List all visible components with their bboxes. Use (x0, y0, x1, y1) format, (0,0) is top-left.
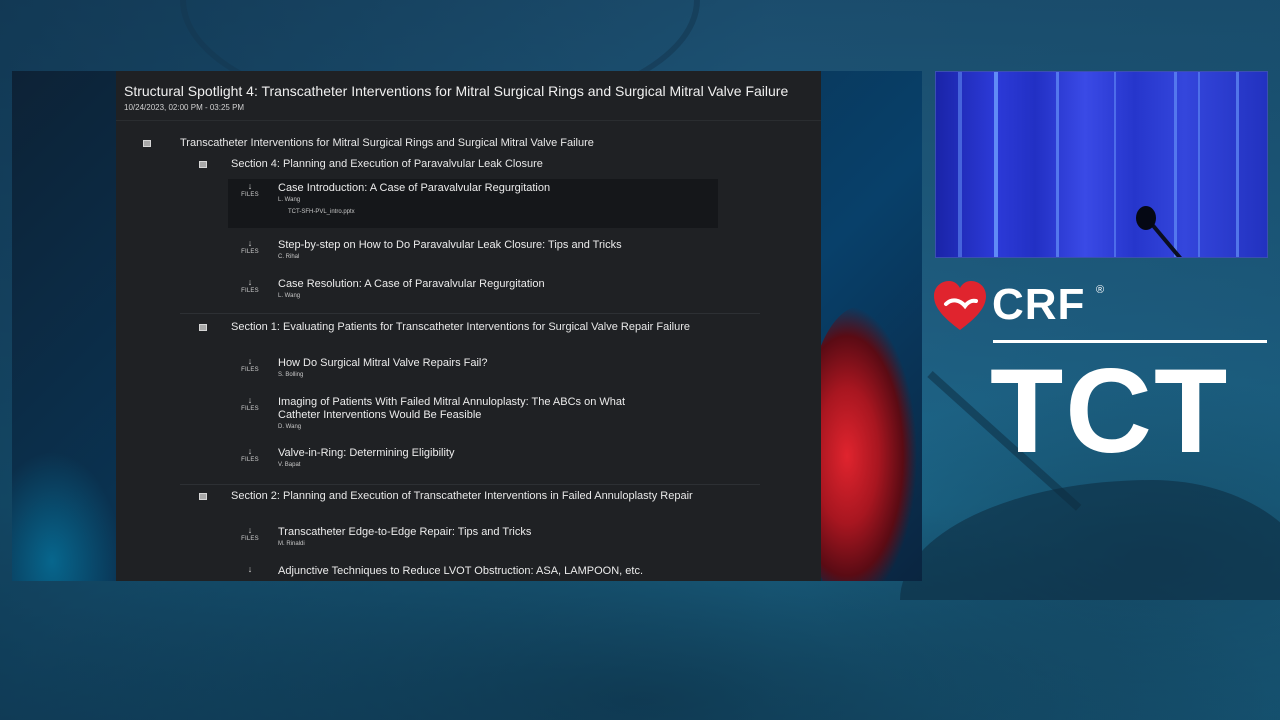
download-arrow-icon: ↓ (247, 395, 253, 405)
slide-left-glow (12, 451, 122, 581)
talk-title[interactable]: Step-by-step on How to Do Paravalvular L… (278, 239, 668, 252)
tree-toggle-icon[interactable] (199, 493, 207, 500)
talk-author: V. Bapat (278, 462, 301, 468)
files-download-button[interactable]: ↓ (228, 565, 272, 581)
talk-title[interactable]: Case Introduction: A Case of Paravalvula… (278, 182, 668, 195)
tree-root-label: Transcatheter Interventions for Mitral S… (180, 137, 594, 149)
talk-title[interactable]: How Do Surgical Mitral Valve Repairs Fai… (278, 357, 668, 370)
tree-section[interactable]: Section 2: Planning and Execution of Tra… (199, 490, 701, 503)
tree-root[interactable]: Transcatheter Interventions for Mitral S… (143, 137, 594, 150)
section-label: Section 2: Planning and Execution of Tra… (231, 490, 693, 502)
download-arrow-icon: ↓ (247, 525, 253, 535)
crf-tct-logo: CRF ® TCT (930, 278, 1270, 478)
download-arrow-icon: ↓ (247, 181, 253, 191)
files-download-button[interactable]: ↓ FILES (228, 278, 272, 306)
talk-author: M. Rinaldi (278, 541, 305, 547)
section-divider (180, 313, 760, 314)
tree-toggle-icon[interactable] (199, 324, 207, 331)
microphone-stand (1148, 220, 1185, 257)
tree-section[interactable]: Section 1: Evaluating Patients for Trans… (199, 321, 701, 334)
speaker-camera-view (935, 71, 1268, 258)
talk-item[interactable]: ↓ FILES Step-by-step on How to Do Parava… (228, 239, 668, 267)
crf-heart-icon (934, 281, 986, 330)
slide-heart-graphic (807, 306, 922, 581)
tree-toggle-icon[interactable] (143, 140, 151, 147)
talk-title[interactable]: Transcatheter Edge-to-Edge Repair: Tips … (278, 526, 668, 539)
download-arrow-icon: ↓ (247, 565, 253, 574)
download-arrow-icon: ↓ (247, 446, 253, 456)
session-title: Structural Spotlight 4: Transcatheter In… (124, 83, 789, 99)
presentation-slide: Structural Spotlight 4: Transcatheter In… (12, 71, 922, 581)
talk-author: L. Wang (278, 197, 301, 203)
session-datetime: 10/24/2023, 02:00 PM - 03:25 PM (124, 103, 245, 112)
talk-item[interactable]: ↓ FILES How Do Surgical Mitral Valve Rep… (228, 357, 668, 385)
files-download-button[interactable]: ↓ FILES (228, 182, 272, 228)
section-label: Section 1: Evaluating Patients for Trans… (231, 321, 690, 333)
talk-title[interactable]: Case Resolution: A Case of Paravalvular … (278, 278, 668, 291)
talk-author: L. Wang (278, 293, 301, 299)
download-arrow-icon: ↓ (247, 238, 253, 248)
section-divider (180, 484, 760, 485)
microphone-icon (1136, 206, 1156, 230)
files-download-button[interactable]: ↓ FILES (228, 526, 272, 554)
talk-item[interactable]: ↓ FILES Transcatheter Edge-to-Edge Repai… (228, 526, 668, 554)
talk-title[interactable]: Adjunctive Techniques to Reduce LVOT Obs… (278, 565, 668, 578)
talk-item[interactable]: ↓ FILES Case Introduction: A Case of Par… (228, 179, 718, 228)
files-download-button[interactable]: ↓ FILES (228, 357, 272, 385)
talk-title[interactable]: Valve-in-Ring: Determining Eligibility (278, 447, 668, 460)
talk-item[interactable]: ↓ FILES Valve-in-Ring: Determining Eligi… (228, 447, 668, 475)
talk-item[interactable]: ↓ FILES Case Resolution: A Case of Parav… (228, 278, 668, 306)
tct-wordmark: TCT (990, 344, 1230, 478)
download-arrow-icon: ↓ (247, 277, 253, 287)
talk-author: C. Rihal (278, 254, 300, 260)
logo-divider (993, 340, 1267, 343)
talk-item[interactable]: ↓ FILES Imaging of Patients With Failed … (228, 396, 658, 436)
section-label: Section 4: Planning and Execution of Par… (231, 158, 543, 170)
talk-item[interactable]: ↓ Adjunctive Techniques to Reduce LVOT O… (228, 565, 668, 581)
download-arrow-icon: ↓ (247, 356, 253, 366)
session-header: Structural Spotlight 4: Transcatheter In… (116, 71, 821, 121)
talk-author: S. Bolling (278, 372, 304, 378)
crf-wordmark: CRF (992, 280, 1086, 329)
session-panel: Structural Spotlight 4: Transcatheter In… (116, 71, 821, 581)
registered-mark: ® (1096, 284, 1105, 296)
tree-toggle-icon[interactable] (199, 161, 207, 168)
talk-author: D. Wang (278, 424, 302, 430)
files-download-button[interactable]: ↓ FILES (228, 239, 272, 267)
tree-section[interactable]: Section 4: Planning and Execution of Par… (199, 158, 701, 171)
talk-file-link[interactable]: TCT-SFH-PVL_intro.pptx (288, 209, 668, 215)
files-download-button[interactable]: ↓ FILES (228, 396, 272, 436)
files-download-button[interactable]: ↓ FILES (228, 447, 272, 475)
talk-title[interactable]: Imaging of Patients With Failed Mitral A… (278, 396, 658, 422)
